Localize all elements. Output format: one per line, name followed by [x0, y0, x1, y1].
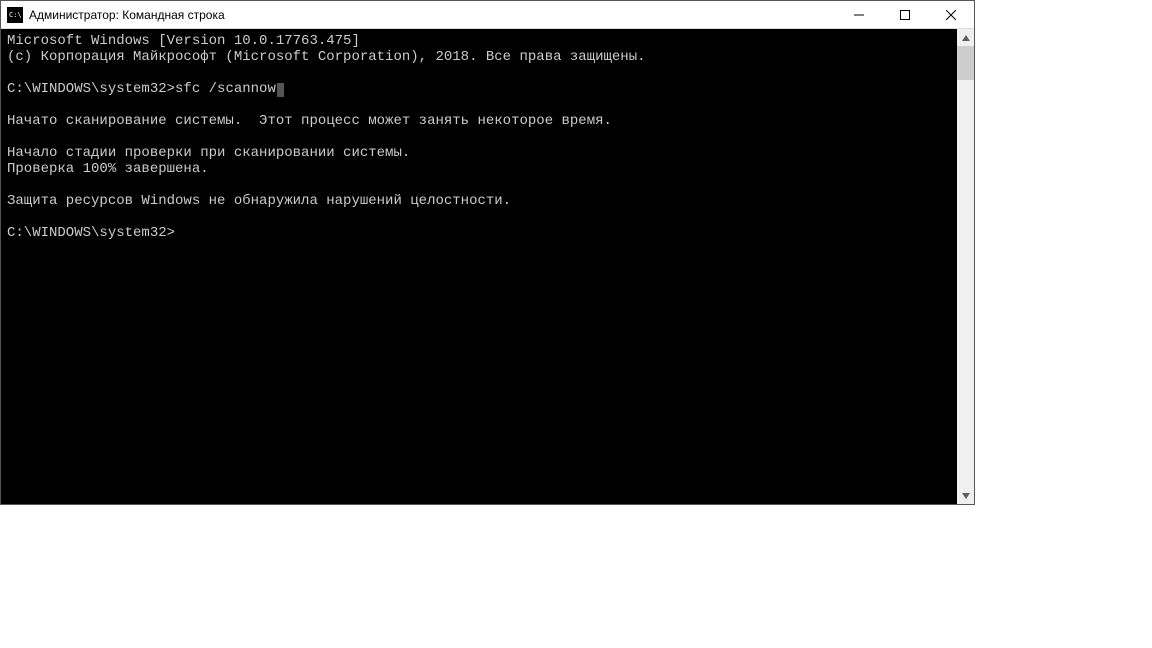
cmd-window: C:\ Администратор: Командная строка Micr… — [0, 0, 975, 505]
output-line: Проверка 100% завершена. — [7, 161, 209, 177]
scroll-thumb[interactable] — [957, 46, 974, 80]
close-button[interactable] — [928, 1, 974, 28]
console-area: Microsoft Windows [Version 10.0.17763.47… — [1, 29, 974, 504]
prompt: C:\WINDOWS\system32> — [7, 225, 175, 241]
window-title: Администратор: Командная строка — [29, 8, 836, 22]
output-line: Microsoft Windows [Version 10.0.17763.47… — [7, 33, 360, 49]
minimize-button[interactable] — [836, 1, 882, 28]
vertical-scrollbar[interactable] — [957, 29, 974, 504]
output-line: Начало стадии проверки при сканировании … — [7, 145, 410, 161]
cmd-icon: C:\ — [7, 7, 23, 23]
cursor-icon — [277, 83, 284, 97]
titlebar-buttons — [836, 1, 974, 28]
command-text: sfc /scannow — [175, 81, 276, 97]
output-line: (c) Корпорация Майкрософт (Microsoft Cor… — [7, 49, 646, 65]
output-line: Защита ресурсов Windows не обнаружила на… — [7, 193, 511, 209]
prompt: C:\WINDOWS\system32> — [7, 81, 175, 97]
svg-text:C:\: C:\ — [9, 11, 22, 19]
scroll-up-button[interactable] — [957, 29, 974, 46]
output-line: Начато сканирование системы. Этот процес… — [7, 113, 612, 129]
titlebar[interactable]: C:\ Администратор: Командная строка — [1, 1, 974, 29]
scroll-down-button[interactable] — [957, 487, 974, 504]
console-output[interactable]: Microsoft Windows [Version 10.0.17763.47… — [1, 29, 957, 504]
maximize-button[interactable] — [882, 1, 928, 28]
